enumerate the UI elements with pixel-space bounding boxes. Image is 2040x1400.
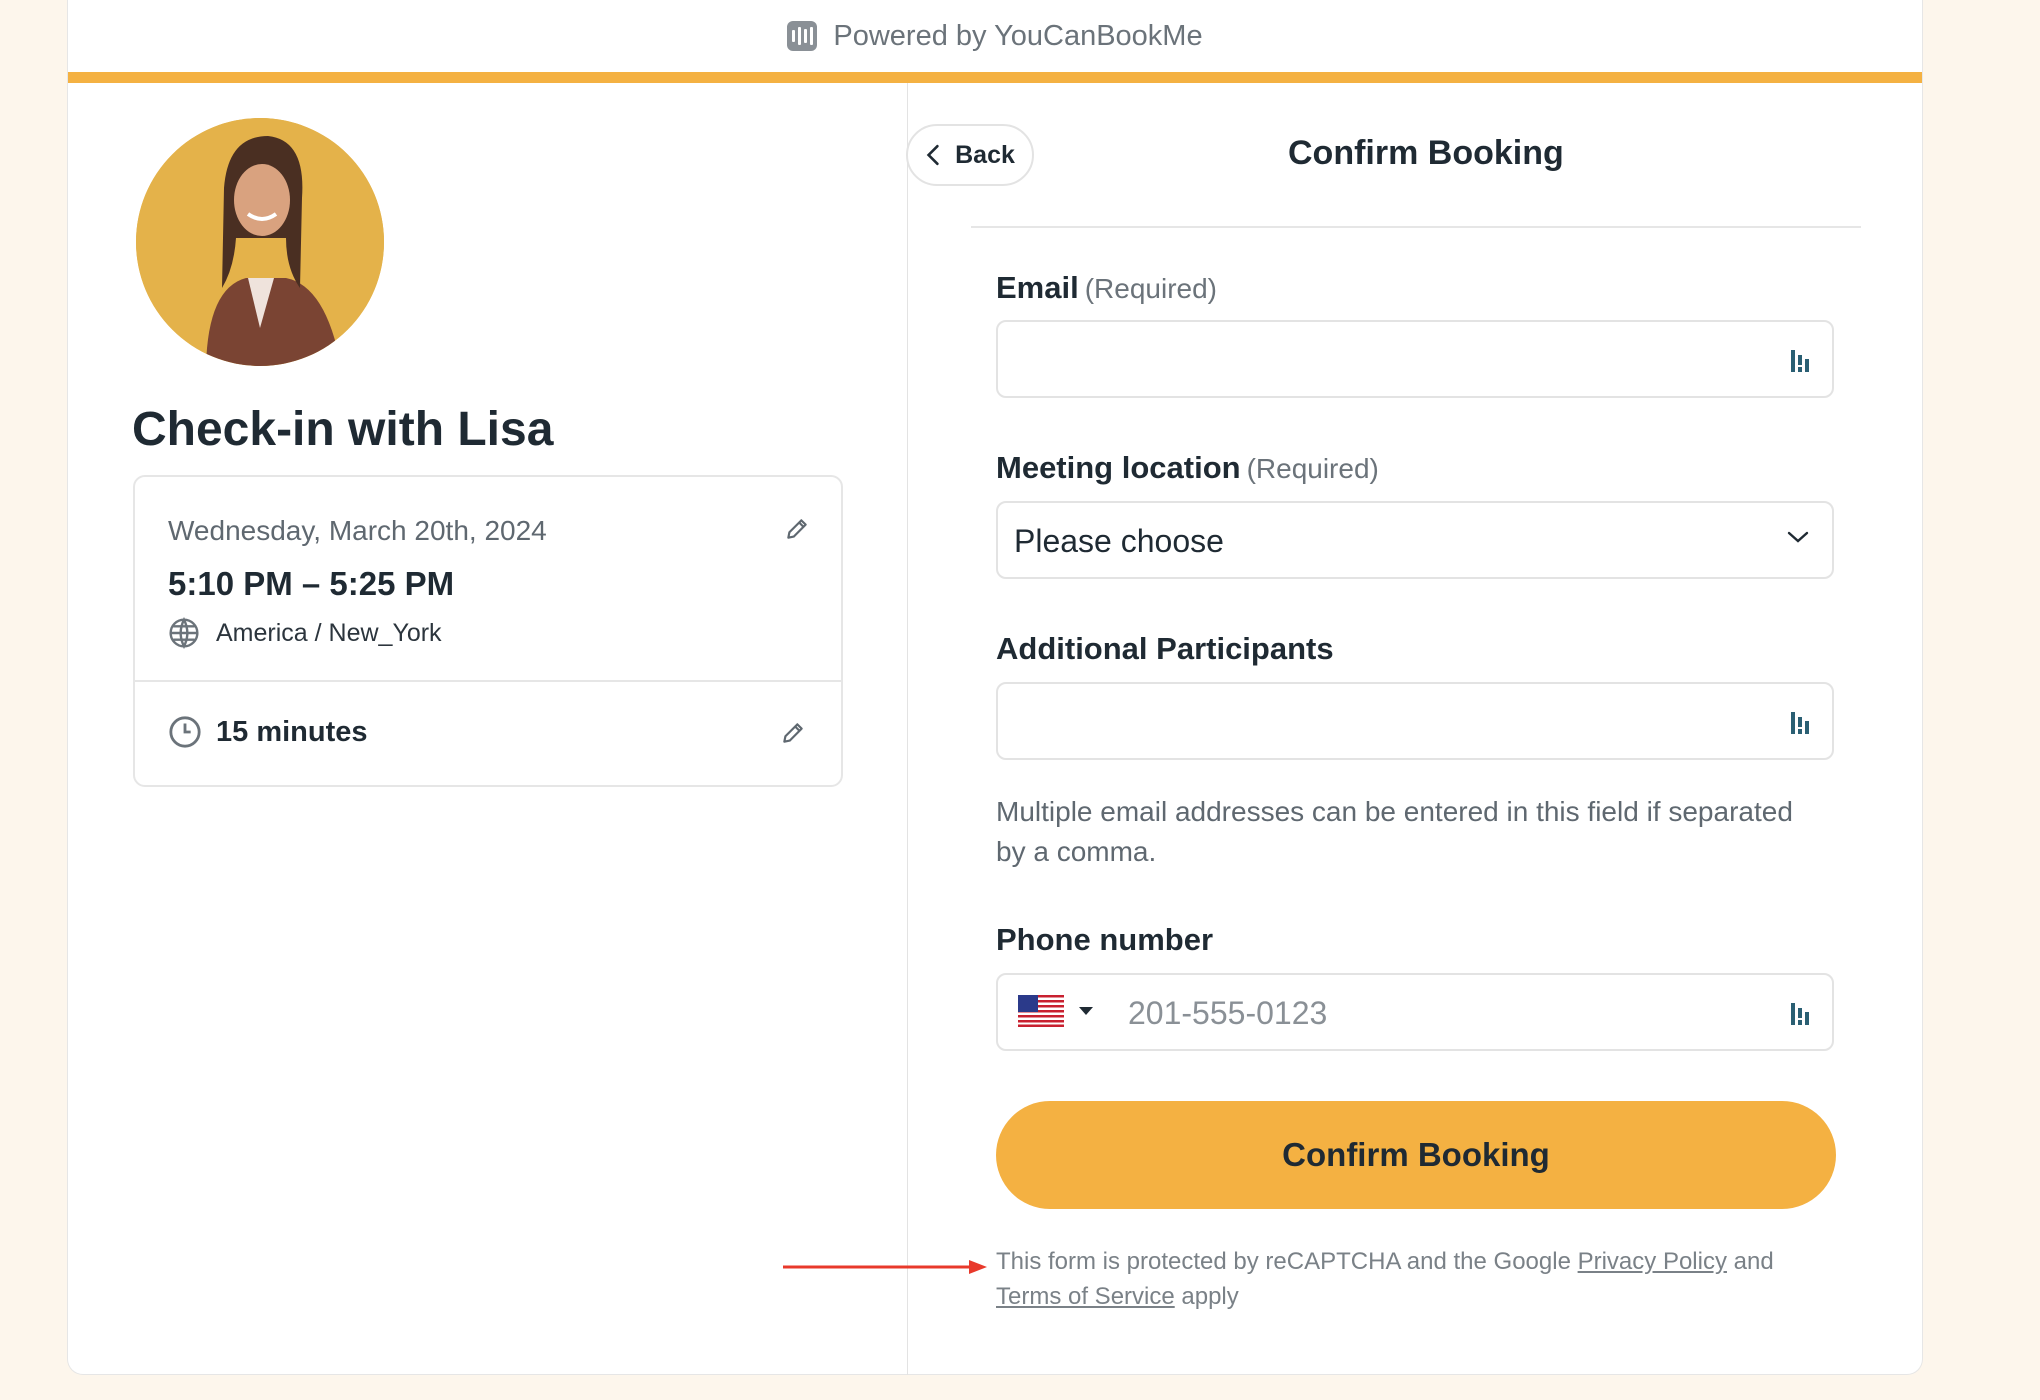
powered-by-banner[interactable]: Powered by YouCanBookMe <box>68 0 1922 72</box>
accent-bar <box>68 72 1922 83</box>
back-label: Back <box>955 140 1015 169</box>
event-date: Wednesday, March 20th, 2024 <box>168 515 547 546</box>
recaptcha-prefix: This form is protected by reCAPTCHA and … <box>996 1248 1571 1275</box>
participants-field[interactable] <box>996 682 1834 760</box>
phone-input[interactable] <box>1126 975 1780 1051</box>
password-manager-icon[interactable] <box>1790 1000 1812 1028</box>
country-selector[interactable] <box>1018 995 1094 1027</box>
email-required-tag: (Required) <box>1084 273 1217 304</box>
back-button[interactable]: Back <box>906 124 1034 186</box>
globe-icon <box>169 617 199 649</box>
recaptcha-notice: This form is protected by reCAPTCHA and … <box>996 1244 1856 1314</box>
details-separator <box>135 680 841 682</box>
edit-duration-button[interactable] <box>777 717 809 749</box>
email-label-text: Email <box>996 270 1079 305</box>
host-avatar <box>136 118 384 366</box>
meeting-location-label: Meeting location (Required) <box>996 450 1379 486</box>
chevron-left-icon <box>926 144 939 166</box>
timezone-label: America / New_York <box>216 618 442 647</box>
event-details-box: Wednesday, March 20th, 2024 5:10 PM – 5:… <box>133 475 843 787</box>
participants-input[interactable] <box>1016 684 1780 760</box>
email-field[interactable] <box>996 320 1834 398</box>
meeting-location-label-text: Meeting location <box>996 450 1241 485</box>
pencil-icon <box>787 519 807 539</box>
event-time: 5:10 PM – 5:25 PM <box>168 565 455 602</box>
youcanbookme-logo-icon <box>787 21 818 51</box>
meeting-location-value: Please choose <box>1014 523 1224 559</box>
participants-label: Additional Participants <box>996 631 1334 666</box>
clock-icon <box>169 716 201 748</box>
privacy-policy-link[interactable]: Privacy Policy <box>1578 1248 1727 1275</box>
caret-down-icon <box>1079 1007 1093 1015</box>
meeting-location-select[interactable]: Please choose <box>996 501 1834 579</box>
phone-field[interactable] <box>996 973 1834 1051</box>
edit-date-button[interactable] <box>781 513 813 545</box>
duration-label: 15 minutes <box>216 715 368 748</box>
confirm-booking-button[interactable]: Confirm Booking <box>996 1101 1836 1209</box>
terms-of-service-link[interactable]: Terms of Service <box>996 1283 1175 1310</box>
email-label: Email (Required) <box>996 270 1217 306</box>
phone-label: Phone number <box>996 922 1214 957</box>
duration-row: 15 minutes <box>168 715 368 749</box>
event-title: Check-in with Lisa <box>132 403 554 456</box>
annotation-arrow-icon <box>783 1260 987 1274</box>
email-input[interactable] <box>1016 322 1780 398</box>
recaptcha-and: and <box>1733 1248 1774 1275</box>
pencil-icon <box>783 723 803 743</box>
password-manager-icon[interactable] <box>1790 347 1812 375</box>
recaptcha-suffix: apply <box>1181 1283 1239 1310</box>
timezone-row[interactable]: America / New_York <box>168 617 442 649</box>
chevron-down-icon <box>1787 531 1809 543</box>
header-divider <box>971 226 1861 228</box>
panel-divider <box>907 83 908 1375</box>
powered-by-text: Powered by YouCanBookMe <box>833 19 1203 52</box>
us-flag-icon <box>1018 995 1064 1027</box>
password-manager-icon[interactable] <box>1790 709 1812 737</box>
form-title: Confirm Booking <box>1288 134 1564 172</box>
meeting-location-required-tag: (Required) <box>1246 453 1379 484</box>
participants-help-text: Multiple email addresses can be entered … <box>996 796 1793 867</box>
